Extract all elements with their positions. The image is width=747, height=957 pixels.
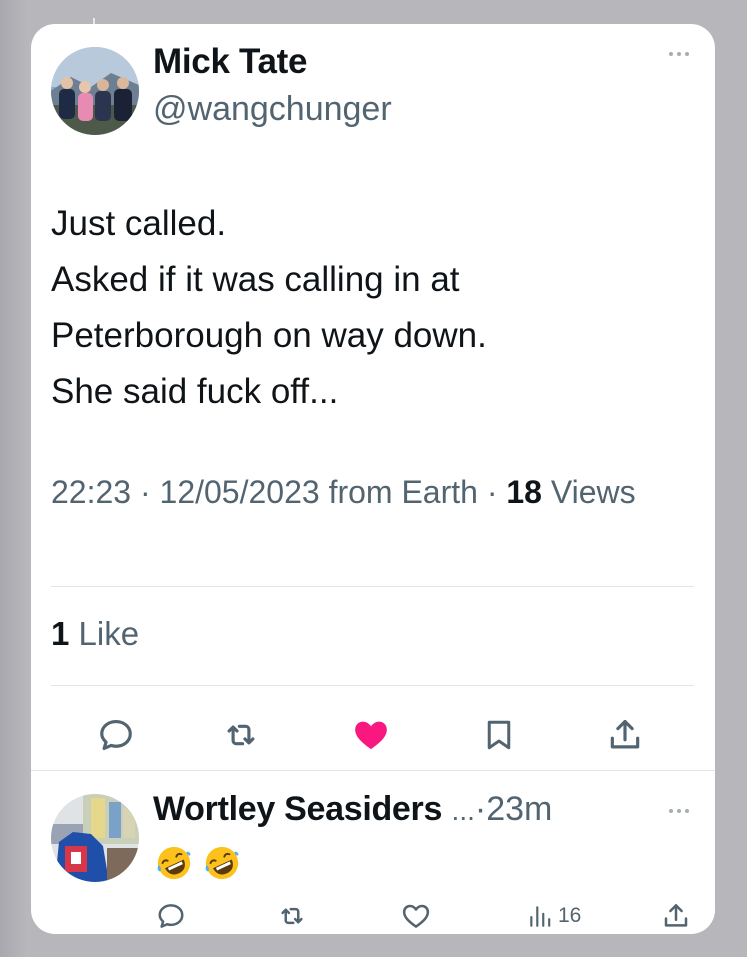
more-options-button[interactable] bbox=[669, 52, 689, 56]
action-bar bbox=[31, 710, 715, 760]
more-horizontal-icon bbox=[669, 52, 673, 56]
author-handle[interactable]: @wangchunger bbox=[153, 90, 392, 129]
meta-separator: · bbox=[474, 790, 487, 828]
share-icon bbox=[610, 719, 640, 749]
meta-separator: · bbox=[486, 474, 498, 510]
retweet-button[interactable] bbox=[216, 710, 266, 760]
tweet-text-line: She said fuck off... bbox=[51, 372, 339, 411]
tweet-text-line: Just called. bbox=[51, 204, 227, 243]
reply-icon bbox=[158, 904, 184, 928]
reply-time[interactable]: 23m bbox=[486, 790, 552, 828]
backdrop-shade bbox=[0, 0, 30, 957]
likes-summary[interactable]: 1 Like bbox=[51, 615, 139, 653]
more-horizontal-icon bbox=[669, 809, 673, 813]
reply-avatar[interactable] bbox=[51, 794, 139, 882]
like-button[interactable] bbox=[346, 710, 396, 760]
tweet-time[interactable]: 22:23 bbox=[51, 474, 131, 510]
reply-button[interactable] bbox=[91, 710, 141, 760]
tweet-card: Mick Tate @wangchunger Just called. Aske… bbox=[31, 24, 715, 934]
tweet-meta: 22:23 · 12/05/2023 from Earth · 18 Views bbox=[51, 464, 691, 520]
meta-separator: · bbox=[139, 474, 151, 510]
reply-author-name[interactable]: Wortley Seasiders bbox=[153, 790, 442, 828]
rofl-emoji-icon bbox=[205, 846, 239, 880]
likes-count: 1 bbox=[51, 615, 70, 652]
tweet-text-line: Asked if it was calling in at bbox=[51, 260, 460, 299]
avatar[interactable] bbox=[51, 47, 139, 135]
views-label: Views bbox=[550, 474, 636, 510]
reply-views-button[interactable]: 16 bbox=[527, 896, 581, 934]
bookmark-icon bbox=[487, 720, 511, 750]
author-name[interactable]: Mick Tate bbox=[153, 42, 308, 82]
divider bbox=[31, 770, 715, 771]
heart-icon bbox=[402, 904, 430, 928]
share-icon bbox=[664, 904, 688, 927]
tweet-source: from Earth bbox=[328, 474, 478, 510]
reply-retweet-button[interactable] bbox=[277, 896, 307, 934]
tweet-date[interactable]: 12/05/2023 bbox=[160, 474, 320, 510]
views-count: 18 bbox=[506, 474, 542, 510]
reply-more-options-button[interactable] bbox=[669, 809, 689, 813]
retweet-icon bbox=[227, 724, 255, 746]
reply-like-button[interactable] bbox=[401, 896, 431, 934]
reply-share-button[interactable] bbox=[661, 896, 691, 934]
reply-text bbox=[155, 844, 241, 882]
likes-label: Like bbox=[78, 615, 140, 652]
divider bbox=[51, 685, 694, 686]
rofl-emoji-icon bbox=[157, 846, 191, 880]
reply-header: Wortley Seasiders ...·23m bbox=[153, 790, 552, 829]
reply-views-count: 16 bbox=[558, 904, 582, 927]
share-button[interactable] bbox=[600, 710, 650, 760]
reply-reply-button[interactable] bbox=[156, 896, 186, 934]
retweet-icon bbox=[281, 907, 303, 925]
reply-action-bar: 16 bbox=[31, 896, 715, 934]
name-truncation: ... bbox=[451, 795, 475, 826]
tweet-text-line: Peterborough on way down. bbox=[51, 316, 487, 355]
bookmark-button[interactable] bbox=[474, 710, 524, 760]
reply-icon bbox=[100, 719, 132, 751]
tweet-text: Just called. Asked if it was calling in … bbox=[51, 196, 691, 420]
views-icon bbox=[530, 906, 551, 927]
heart-icon bbox=[355, 721, 387, 750]
divider bbox=[51, 586, 694, 587]
